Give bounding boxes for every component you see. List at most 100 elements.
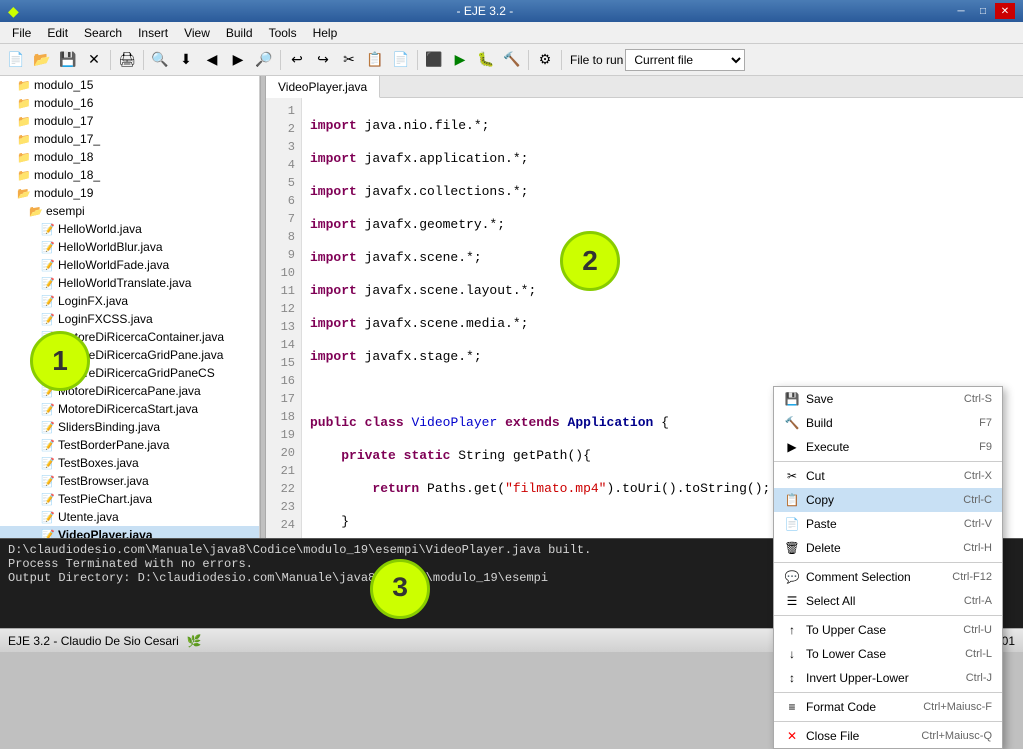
sidebar-item-modulo18_[interactable]: 📁modulo_18_ (0, 166, 259, 184)
back-button[interactable]: ◀ (200, 48, 224, 72)
undo-button[interactable]: ↩ (285, 48, 309, 72)
sidebar-item-esempi[interactable]: 📂esempi (0, 202, 259, 220)
sidebar-item-helloworldblur[interactable]: 📝HelloWorldBlur.java (0, 238, 259, 256)
sidebar-item-motorepane[interactable]: 📝MotoreDiRicercaPane.java (0, 382, 259, 400)
sidebar-item-utente[interactable]: 📝Utente.java (0, 508, 259, 526)
close-button[interactable]: ✕ (995, 3, 1015, 19)
ctx-sep3 (774, 615, 1002, 616)
sidebar-item-motorestart[interactable]: 📝MotoreDiRicercaStart.java (0, 400, 259, 418)
sidebar-item-modulo18[interactable]: 📁modulo_18 (0, 148, 259, 166)
new-button[interactable]: 📄 (4, 48, 28, 72)
toolbar: 📄 📂 💾 ✕ 🖨 🔍 ⬇ ◀ ▶ 🔎 ↩ ↪ ✂ 📋 📄 ⬛ ▶ 🐛 🔨 ⚙ … (0, 44, 1023, 76)
ctx-format[interactable]: ≡Format Code Ctrl+Maiusc-F (774, 695, 1002, 719)
ctx-sep1 (774, 461, 1002, 462)
menu-build[interactable]: Build (218, 24, 261, 42)
statusbar-left: EJE 3.2 - Claudio De Sio Cesari 🌿 (8, 634, 202, 648)
debug-button[interactable]: 🐛 (474, 48, 498, 72)
sidebar-item-loginfx[interactable]: 📝LoginFX.java (0, 292, 259, 310)
java-file-icon: 📝 (40, 257, 56, 273)
paste-icon: 📄 (784, 516, 800, 532)
find-next-button[interactable]: ⬇ (174, 48, 198, 72)
ctx-comment[interactable]: 💬Comment Selection Ctrl-F12 (774, 565, 1002, 589)
ctx-execute[interactable]: ▶Execute F9 (774, 435, 1002, 459)
ctx-sep4 (774, 692, 1002, 693)
menu-search[interactable]: Search (76, 24, 130, 42)
ctx-delete[interactable]: 🗑Delete Ctrl-H (774, 536, 1002, 560)
ctx-sep5 (774, 721, 1002, 722)
paste-button[interactable]: 📄 (389, 48, 413, 72)
ctx-save[interactable]: 💾Save Ctrl-S (774, 387, 1002, 411)
menu-edit[interactable]: Edit (39, 24, 76, 42)
sidebar-item-modulo15[interactable]: 📁modulo_15 (0, 76, 259, 94)
ctx-selectall[interactable]: ☰Select All Ctrl-A (774, 589, 1002, 613)
context-menu: 💾Save Ctrl-S 🔨Build F7 ▶Execute F9 ✂Cut … (773, 386, 1003, 749)
sep2 (143, 50, 144, 70)
cut-icon: ✂ (784, 468, 800, 484)
ctx-uppercase[interactable]: ↑To Upper Case Ctrl-U (774, 618, 1002, 642)
sidebar-item-modulo17[interactable]: 📁modulo_17 (0, 112, 259, 130)
sidebar-item-modulo17_[interactable]: 📁modulo_17_ (0, 130, 259, 148)
sidebar-item-loginfxcss[interactable]: 📝LoginFXCSS.java (0, 310, 259, 328)
sidebar-item-slidersbinding[interactable]: 📝SlidersBinding.java (0, 418, 259, 436)
minimize-button[interactable]: ─ (951, 3, 971, 19)
sidebar-item-testpiechart[interactable]: 📝TestPieChart.java (0, 490, 259, 508)
search-tb-button[interactable]: 🔎 (252, 48, 276, 72)
ctx-lowercase[interactable]: ↓To Lower Case Ctrl-L (774, 642, 1002, 666)
sidebar-item-testborderpane[interactable]: 📝TestBorderPane.java (0, 436, 259, 454)
editor-tab-videoplayer[interactable]: VideoPlayer.java (266, 76, 380, 98)
folder-open-icon: 📂 (16, 185, 32, 201)
sidebar-item-helloworld[interactable]: 📝HelloWorld.java (0, 220, 259, 238)
leaf-icon: 🌿 (187, 634, 202, 648)
invert-icon: ↕ (784, 670, 800, 686)
run-button[interactable]: ▶ (448, 48, 472, 72)
sidebar-tree: 📁modulo_15 📁modulo_16 📁modulo_17 📁modulo… (0, 76, 259, 538)
file-to-run-label: File to run (570, 53, 623, 67)
sidebar-item-modulo16[interactable]: 📁modulo_16 (0, 94, 259, 112)
cut-button[interactable]: ✂ (337, 48, 361, 72)
java-file-icon: 📝 (40, 293, 56, 309)
editor-tabs: VideoPlayer.java (266, 76, 1023, 98)
sidebar[interactable]: 📁modulo_15 📁modulo_16 📁modulo_17 📁modulo… (0, 76, 260, 538)
ctx-invert[interactable]: ↕Invert Upper-Lower Ctrl-J (774, 666, 1002, 690)
forward-button[interactable]: ▶ (226, 48, 250, 72)
print-button[interactable]: 🖨 (115, 48, 139, 72)
stop-button[interactable]: ⬛ (422, 48, 446, 72)
sidebar-item-testbrowser[interactable]: 📝TestBrowser.java (0, 472, 259, 490)
sidebar-item-helloworldtranslate[interactable]: 📝HelloWorldTranslate.java (0, 274, 259, 292)
lowercase-icon: ↓ (784, 646, 800, 662)
menu-file[interactable]: File (4, 24, 39, 42)
java-file-icon: 📝 (40, 473, 56, 489)
build-button[interactable]: 🔨 (500, 48, 524, 72)
ctx-cut[interactable]: ✂Cut Ctrl-X (774, 464, 1002, 488)
ctx-copy[interactable]: 📋Copy Ctrl-C (774, 488, 1002, 512)
sidebar-item-modulo19[interactable]: 📂modulo_19 (0, 184, 259, 202)
redo-button[interactable]: ↪ (311, 48, 335, 72)
sidebar-item-videoplayer[interactable]: 📝VideoPlayer.java (0, 526, 259, 538)
callout-3: 3 (370, 559, 430, 619)
ctx-build[interactable]: 🔨Build F7 (774, 411, 1002, 435)
sidebar-item-helloworldfade[interactable]: 📝HelloWorldFade.java (0, 256, 259, 274)
folder-icon: 📁 (16, 77, 32, 93)
copy-button[interactable]: 📋 (363, 48, 387, 72)
save-icon: 💾 (784, 391, 800, 407)
menu-tools[interactable]: Tools (261, 24, 305, 42)
ctx-closefile[interactable]: ✕Close File Ctrl+Maiusc-Q (774, 724, 1002, 748)
menu-view[interactable]: View (176, 24, 218, 42)
execute-icon: ▶ (784, 439, 800, 455)
menu-help[interactable]: Help (305, 24, 346, 42)
save-button[interactable]: 💾 (56, 48, 80, 72)
file-to-run-select[interactable]: Current file (625, 49, 745, 71)
ctx-paste[interactable]: 📄Paste Ctrl-V (774, 512, 1002, 536)
find-button[interactable]: 🔍 (148, 48, 172, 72)
java-file-icon: 📝 (40, 275, 56, 291)
sep5 (528, 50, 529, 70)
settings-button[interactable]: ⚙ (533, 48, 557, 72)
menu-insert[interactable]: Insert (130, 24, 176, 42)
sep1 (110, 50, 111, 70)
selectall-icon: ☰ (784, 593, 800, 609)
close-button-tb[interactable]: ✕ (82, 48, 106, 72)
java-file-icon: 📝 (40, 527, 56, 538)
maximize-button[interactable]: □ (973, 3, 993, 19)
open-button[interactable]: 📂 (30, 48, 54, 72)
sidebar-item-testboxes[interactable]: 📝TestBoxes.java (0, 454, 259, 472)
